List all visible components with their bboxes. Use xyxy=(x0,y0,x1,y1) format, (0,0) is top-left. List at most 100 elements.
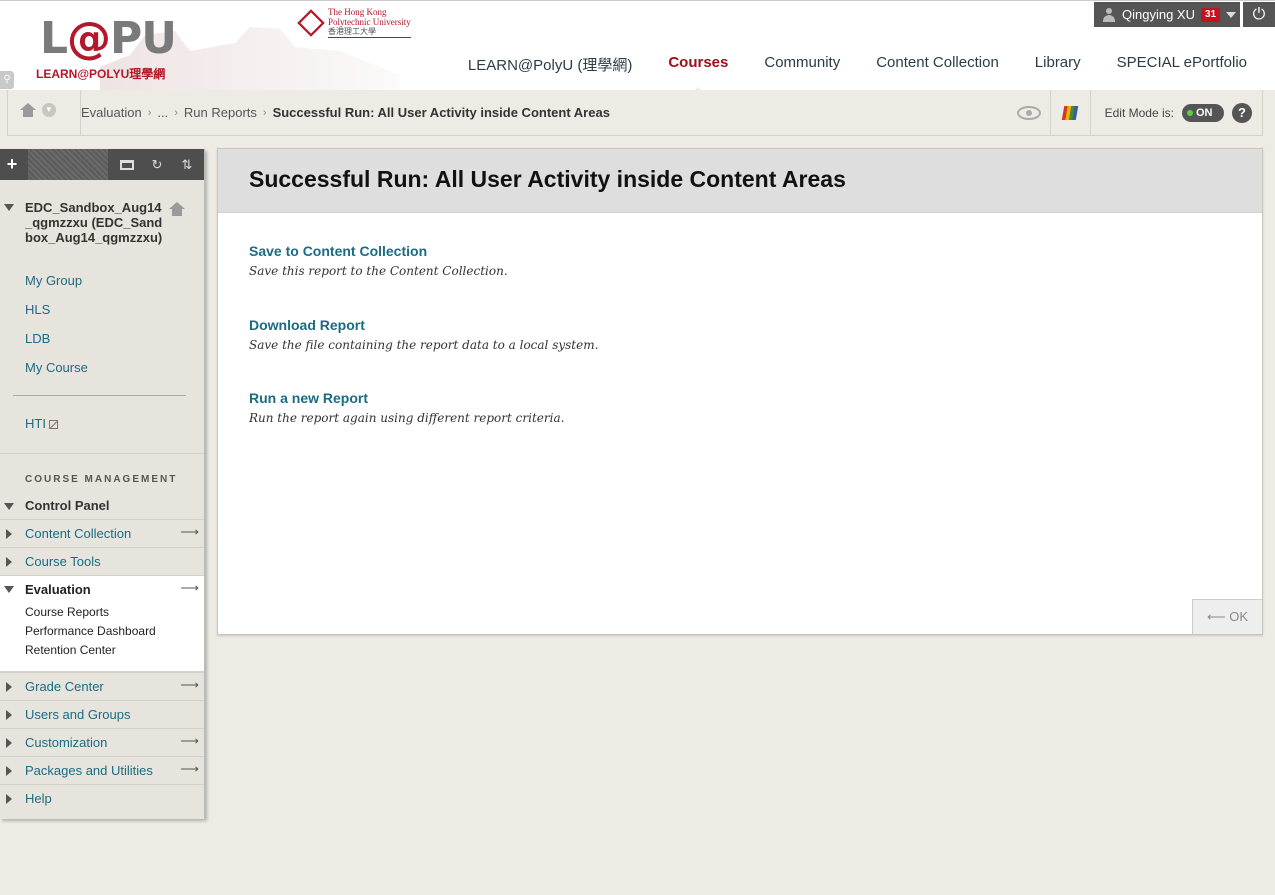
breadcrumb-evaluation[interactable]: Evaluation xyxy=(81,105,142,120)
help-button[interactable]: ? xyxy=(1232,102,1252,123)
logo-letter: L xyxy=(40,13,68,64)
course-management-heading: COURSE MANAGEMENT xyxy=(25,474,178,485)
collapse-triangle-icon[interactable] xyxy=(4,586,14,593)
polyu-logo: The Hong Kong Polytechnic University 香港理… xyxy=(297,7,411,38)
edit-mode-label: Edit Mode is: xyxy=(1104,105,1174,120)
breadcrumb: Evaluation › ... › Run Reports › Success… xyxy=(81,105,610,120)
menu-packages-label[interactable]: Packages and Utilities xyxy=(25,763,153,778)
option-description: Save the file containing the report data… xyxy=(249,338,599,352)
menu-search-field[interactable] xyxy=(28,149,108,180)
palette-icon xyxy=(1061,105,1079,120)
menu-course-tools-label[interactable]: Course Tools xyxy=(25,554,101,569)
menu-users-and-groups-label[interactable]: Users and Groups xyxy=(25,707,131,722)
control-panel-collapse-icon[interactable] xyxy=(4,503,14,510)
logo-letters: PU xyxy=(110,13,177,64)
sidebar-item-hti[interactable]: HTI xyxy=(25,416,58,431)
sidebar-item-my-course[interactable]: My Course xyxy=(25,360,88,375)
polyu-line-2: Polytechnic University xyxy=(328,17,411,27)
home-icon[interactable] xyxy=(20,103,36,117)
expand-triangle-icon xyxy=(6,766,12,776)
nav-courses[interactable]: Courses xyxy=(668,54,728,90)
sort-arrows-icon: ⇅ xyxy=(181,156,193,172)
folder-view-button[interactable] xyxy=(112,149,142,180)
breadcrumb-ellipsis[interactable]: ... xyxy=(157,105,168,120)
option-download-report: Download Report Save the file containing… xyxy=(249,317,598,352)
ok-button[interactable]: ⟵ OK xyxy=(1192,599,1262,634)
expand-triangle-icon xyxy=(6,710,12,720)
course-title-text: EDC_Sandbox_Aug14_qgmzzxu (EDC_Sandbox_A… xyxy=(25,200,163,245)
breadcrumb-separator: › xyxy=(147,106,152,119)
menu-content-collection[interactable]: Content Collection ⟶ xyxy=(0,519,204,547)
menu-customization[interactable]: Customization ⟶ xyxy=(0,728,204,756)
menu-course-reports[interactable]: Course Reports xyxy=(25,605,109,619)
arrow-right-icon[interactable]: ⟶ xyxy=(180,677,199,693)
breadcrumb-separator: › xyxy=(174,106,178,119)
menu-content-collection-label[interactable]: Content Collection xyxy=(25,526,131,541)
nav-library[interactable]: Library xyxy=(1035,54,1081,75)
nav-special-eportfolio[interactable]: SPECIAL ePortfolio xyxy=(1117,54,1247,75)
menu-grade-center-label[interactable]: Grade Center xyxy=(25,679,104,694)
menu-course-tools[interactable]: Course Tools xyxy=(0,547,204,575)
menu-packages-and-utilities[interactable]: Packages and Utilities ⟶ xyxy=(0,756,204,784)
menu-retention-center[interactable]: Retention Center xyxy=(25,643,116,657)
expand-triangle-icon xyxy=(6,738,12,748)
chevron-down-circle-icon[interactable]: ▼ xyxy=(42,103,56,117)
course-menu-sidebar: + ↻ ⇅ EDC_Sandbox_Aug14_qgmzzxu (EDC_San… xyxy=(0,149,205,819)
polyu-emblem-icon xyxy=(297,8,325,37)
menu-performance-dashboard[interactable]: Performance Dashboard xyxy=(25,624,156,638)
breadcrumb-separator: › xyxy=(262,106,267,119)
nav-learn-polyu[interactable]: LEARN@PolyU (理學網) xyxy=(468,54,632,75)
menu-customization-label[interactable]: Customization xyxy=(25,735,107,750)
notification-badge[interactable]: 31 xyxy=(1200,7,1221,22)
logo-at: @ xyxy=(67,13,111,64)
edit-mode-toggle[interactable]: ON xyxy=(1182,103,1224,122)
theme-button[interactable] xyxy=(1051,90,1091,135)
refresh-button[interactable]: ↻ xyxy=(142,149,172,180)
menu-help-label[interactable]: Help xyxy=(25,791,52,806)
power-icon: ⏻ xyxy=(1252,5,1266,23)
download-report-link[interactable]: Download Report xyxy=(249,317,598,333)
option-save-to-content-collection: Save to Content Collection Save this rep… xyxy=(249,243,508,278)
course-title[interactable]: EDC_Sandbox_Aug14_qgmzzxu (EDC_Sandbox_A… xyxy=(0,180,185,245)
user-name: Qingying XU xyxy=(1122,7,1195,22)
add-menu-item-button[interactable]: + xyxy=(0,154,24,175)
expand-triangle-icon xyxy=(6,682,12,692)
student-preview-button[interactable] xyxy=(1009,90,1051,135)
menu-evaluation-label[interactable]: Evaluation xyxy=(25,582,91,597)
site-header: L@PU LEARN@POLYU理學網 The Hong Kong Polyte… xyxy=(0,0,1275,90)
learn-polyu-logo[interactable]: L@PU LEARN@POLYU理學網 xyxy=(36,17,177,82)
expand-triangle-icon xyxy=(6,794,12,804)
user-menu[interactable]: Qingying XU 31 xyxy=(1094,2,1240,27)
menu-grade-center[interactable]: Grade Center ⟶ xyxy=(0,672,204,700)
link-pin-icon[interactable]: ⚲ xyxy=(0,71,14,89)
arrow-right-icon[interactable]: ⟶ xyxy=(180,524,199,540)
run-new-report-link[interactable]: Run a new Report xyxy=(249,390,564,406)
arrow-right-icon[interactable]: ⟶ xyxy=(180,580,199,596)
top-navigation: LEARN@PolyU (理學網) Courses Community Cont… xyxy=(432,54,1247,90)
save-to-content-collection-link[interactable]: Save to Content Collection xyxy=(249,243,508,259)
toggle-value: ON xyxy=(1196,106,1213,119)
logout-button[interactable]: ⏻ xyxy=(1243,2,1275,27)
arrow-right-icon[interactable]: ⟶ xyxy=(180,733,199,749)
hidden-link-icon xyxy=(48,420,58,429)
chevron-down-icon[interactable] xyxy=(1226,11,1237,18)
menu-help[interactable]: Help xyxy=(0,784,204,812)
breadcrumb-run-reports[interactable]: Run Reports xyxy=(184,105,257,120)
expand-triangle-icon xyxy=(6,529,12,539)
hti-label: HTI xyxy=(25,416,46,431)
menu-users-and-groups[interactable]: Users and Groups xyxy=(0,700,204,728)
sidebar-item-my-group[interactable]: My Group xyxy=(25,273,82,288)
arrow-right-icon[interactable]: ⟶ xyxy=(180,761,199,777)
nav-community[interactable]: Community xyxy=(764,54,840,75)
nav-content-collection[interactable]: Content Collection xyxy=(876,54,999,75)
option-description: Run the report again using different rep… xyxy=(249,411,565,425)
reorder-button[interactable]: ⇅ xyxy=(172,149,202,180)
sidebar-divider xyxy=(13,395,186,396)
course-home-icon[interactable] xyxy=(169,202,185,216)
control-panel-heading[interactable]: Control Panel xyxy=(25,498,110,513)
sidebar-item-hls[interactable]: HLS xyxy=(25,302,50,317)
report-result-panel: Successful Run: All User Activity inside… xyxy=(217,148,1263,635)
collapse-triangle-icon[interactable] xyxy=(4,204,14,211)
sidebar-item-ldb[interactable]: LDB xyxy=(25,331,50,346)
sidebar-toolbar: + ↻ ⇅ xyxy=(0,149,204,180)
